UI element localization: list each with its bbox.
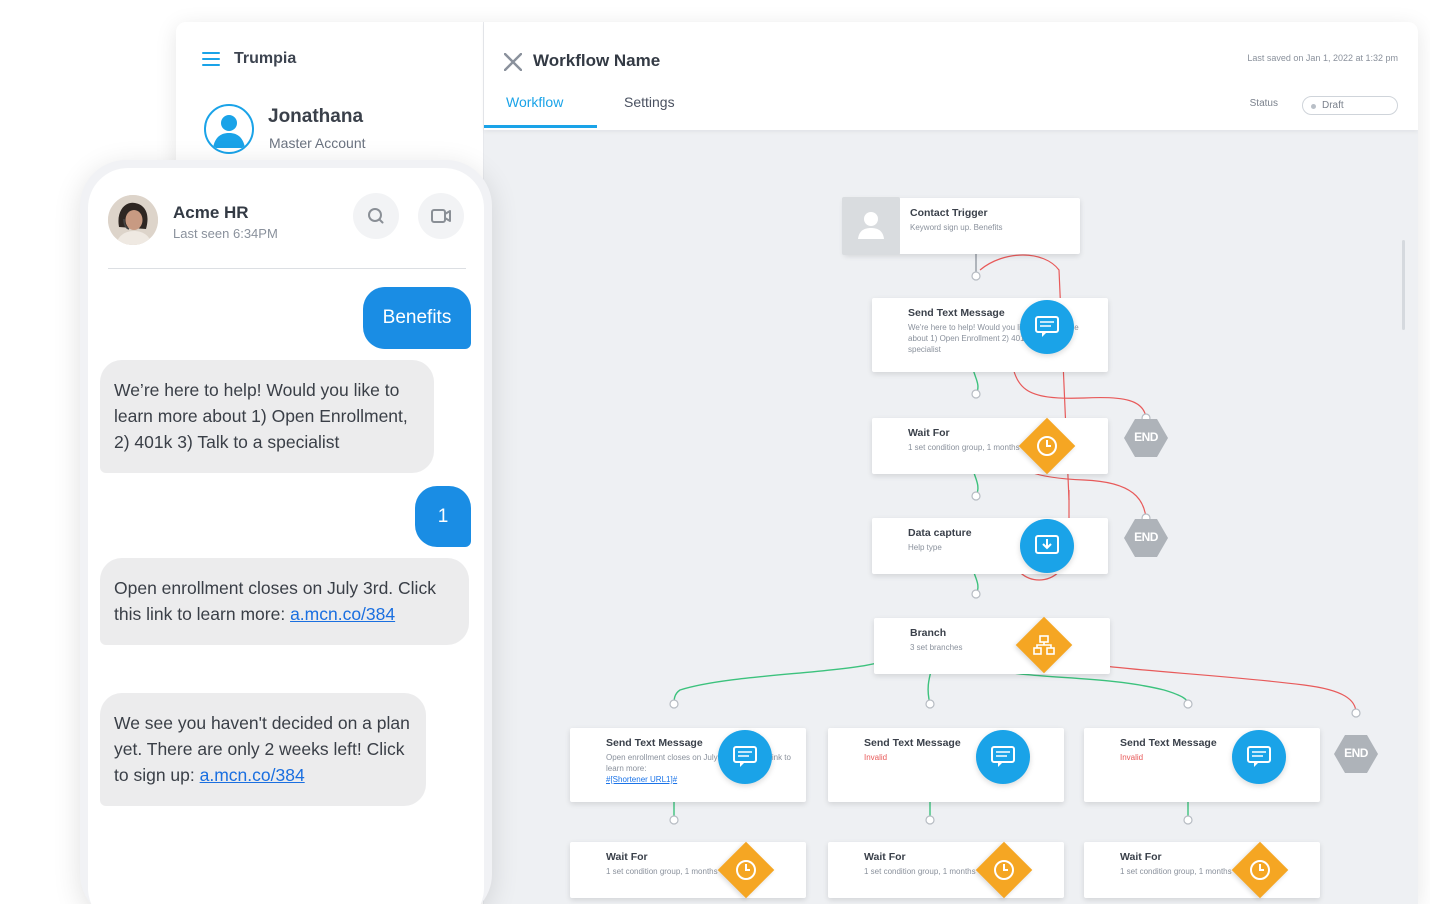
status-value: Draft <box>1322 100 1344 111</box>
node-title: Wait For <box>606 851 648 863</box>
end-label: END <box>1134 430 1158 444</box>
node-title: Wait For <box>1120 851 1162 863</box>
message-incoming: Open enrollment closes on July 3rd. Clic… <box>100 558 469 645</box>
node-title: Branch <box>910 627 947 639</box>
search-button[interactable] <box>353 193 399 239</box>
end-node-1[interactable]: END <box>1123 418 1169 458</box>
node-title: Send Text Message <box>864 737 961 749</box>
clock-icon <box>1231 841 1289 899</box>
end-node-2[interactable]: END <box>1123 518 1169 558</box>
node-title: Send Text Message <box>606 737 703 749</box>
user-avatar-icon[interactable] <box>204 104 254 154</box>
workflow-header: Workflow Name Last saved on Jan 1, 2022 … <box>484 22 1418 130</box>
menu-icon[interactable] <box>202 52 220 66</box>
message-outgoing: 1 <box>415 486 471 547</box>
end-node-3[interactable]: END <box>1333 734 1379 774</box>
close-icon[interactable] <box>503 52 523 72</box>
node-title: Send Text Message <box>908 307 1005 319</box>
contact-trigger-icon <box>842 197 900 255</box>
search-icon <box>368 208 384 224</box>
message-link[interactable]: a.mcn.co/384 <box>290 604 395 624</box>
user-name: Jonathana <box>268 106 364 127</box>
node-title: Send Text Message <box>1120 737 1217 749</box>
message-icon <box>718 730 772 784</box>
node-subtitle: Keyword sign up. Benefits <box>910 223 1003 232</box>
chat-screen: Acme HR Last seen 6:34PM Benefits We’re … <box>88 168 484 904</box>
branch-icon <box>1015 616 1073 674</box>
tab-settings[interactable]: Settings <box>624 94 675 110</box>
contact-name: Acme HR <box>173 203 249 222</box>
contact-last-seen: Last seen 6:34PM <box>173 226 278 241</box>
marketing-composite: Trumpia Jonathana Master Account Workflo… <box>0 0 1430 904</box>
data-capture-icon <box>1020 519 1074 573</box>
message-outgoing: Benefits <box>363 287 471 349</box>
node-branch[interactable]: Branch 3 set branches <box>874 618 1110 674</box>
message-incoming: We see you haven't decided on a plan yet… <box>100 693 426 806</box>
video-call-button[interactable] <box>418 193 464 239</box>
node-title: Wait For <box>864 851 906 863</box>
video-camera-icon <box>431 209 451 223</box>
canvas-scrollbar[interactable] <box>1402 240 1405 330</box>
clock-icon <box>1018 417 1076 475</box>
end-label: END <box>1134 530 1158 544</box>
status-select[interactable]: Draft <box>1302 96 1398 115</box>
end-label: END <box>1344 746 1368 760</box>
node-title: Data capture <box>908 527 972 539</box>
node-title: Wait For <box>908 427 950 439</box>
tab-workflow[interactable]: Workflow <box>506 94 563 110</box>
user-role: Master Account <box>269 135 366 151</box>
clock-icon <box>717 841 775 899</box>
brand-name: Trumpia <box>234 50 297 67</box>
active-tab-indicator <box>484 125 597 128</box>
workflow-title[interactable]: Workflow Name <box>533 51 660 71</box>
phone-mockup: Acme HR Last seen 6:34PM Benefits We’re … <box>80 160 492 904</box>
status-label: Status <box>1249 98 1278 109</box>
node-title: Contact Trigger <box>910 207 988 219</box>
workflow-canvas[interactable]: 1 2 3 Contact Trigger Keyword sig <box>484 130 1418 904</box>
clock-icon <box>975 841 1033 899</box>
chat-header-divider <box>108 268 466 269</box>
message-icon <box>1232 730 1286 784</box>
message-link[interactable]: a.mcn.co/384 <box>200 765 305 785</box>
status-dot-icon <box>1311 104 1316 109</box>
contact-avatar-icon[interactable] <box>108 195 158 245</box>
message-icon <box>1020 300 1074 354</box>
shortener-link[interactable]: #[Shortener URL1]# <box>606 775 677 784</box>
last-saved-text: Last saved on Jan 1, 2022 at 1:32 pm <box>1247 53 1398 63</box>
message-icon <box>976 730 1030 784</box>
message-incoming: We’re here to help! Would you like to le… <box>100 360 434 473</box>
